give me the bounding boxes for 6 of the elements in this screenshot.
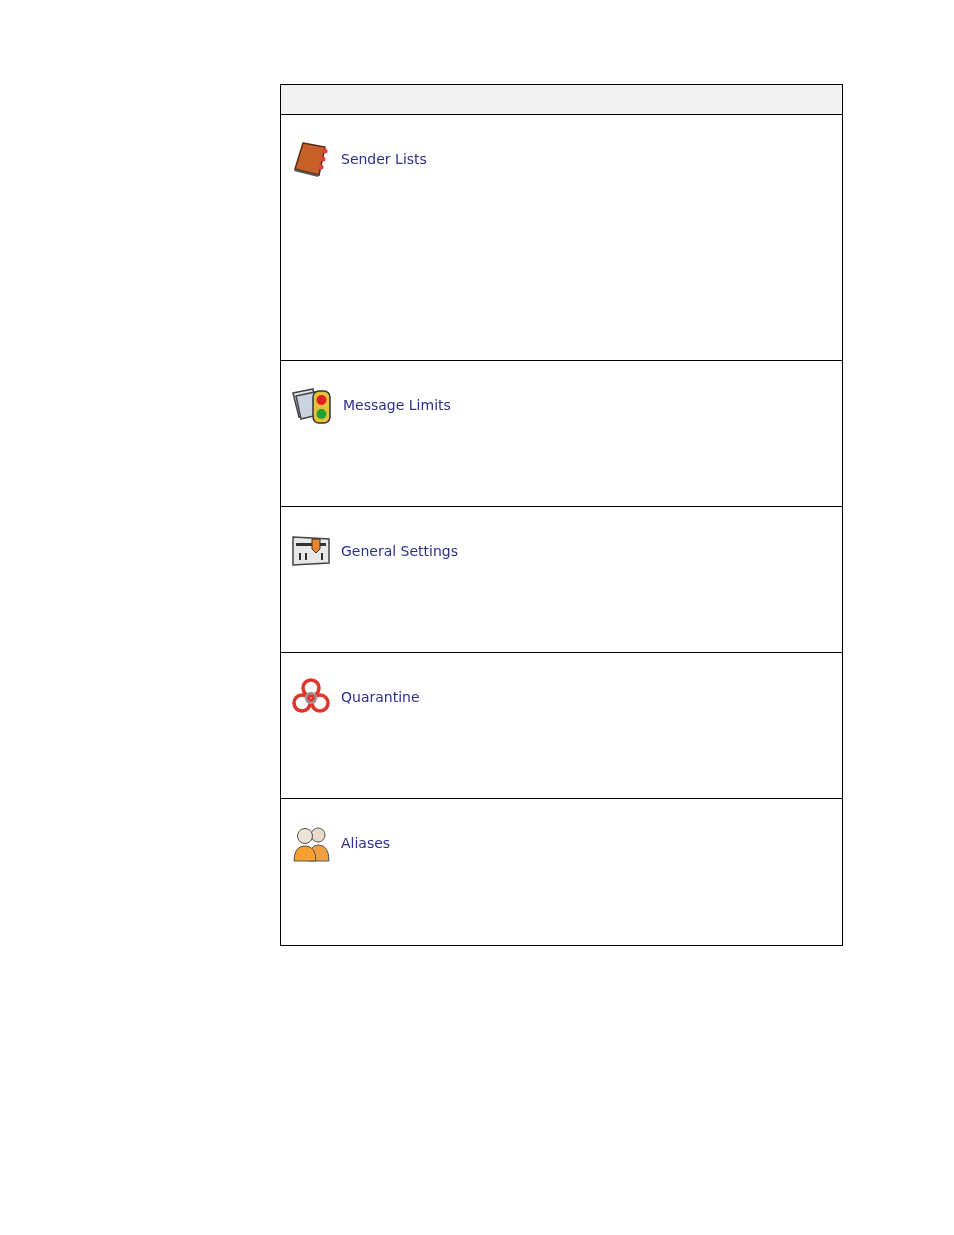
settings-link[interactable]: Quarantine: [341, 677, 420, 717]
traffic-light-icon: [291, 385, 333, 425]
settings-link[interactable]: General Settings: [341, 531, 459, 571]
settings-link[interactable]: Aliases: [341, 823, 391, 863]
settings-link[interactable]: Message Limits: [343, 385, 451, 425]
settings-link[interactable]: Sender Lists: [341, 139, 427, 179]
